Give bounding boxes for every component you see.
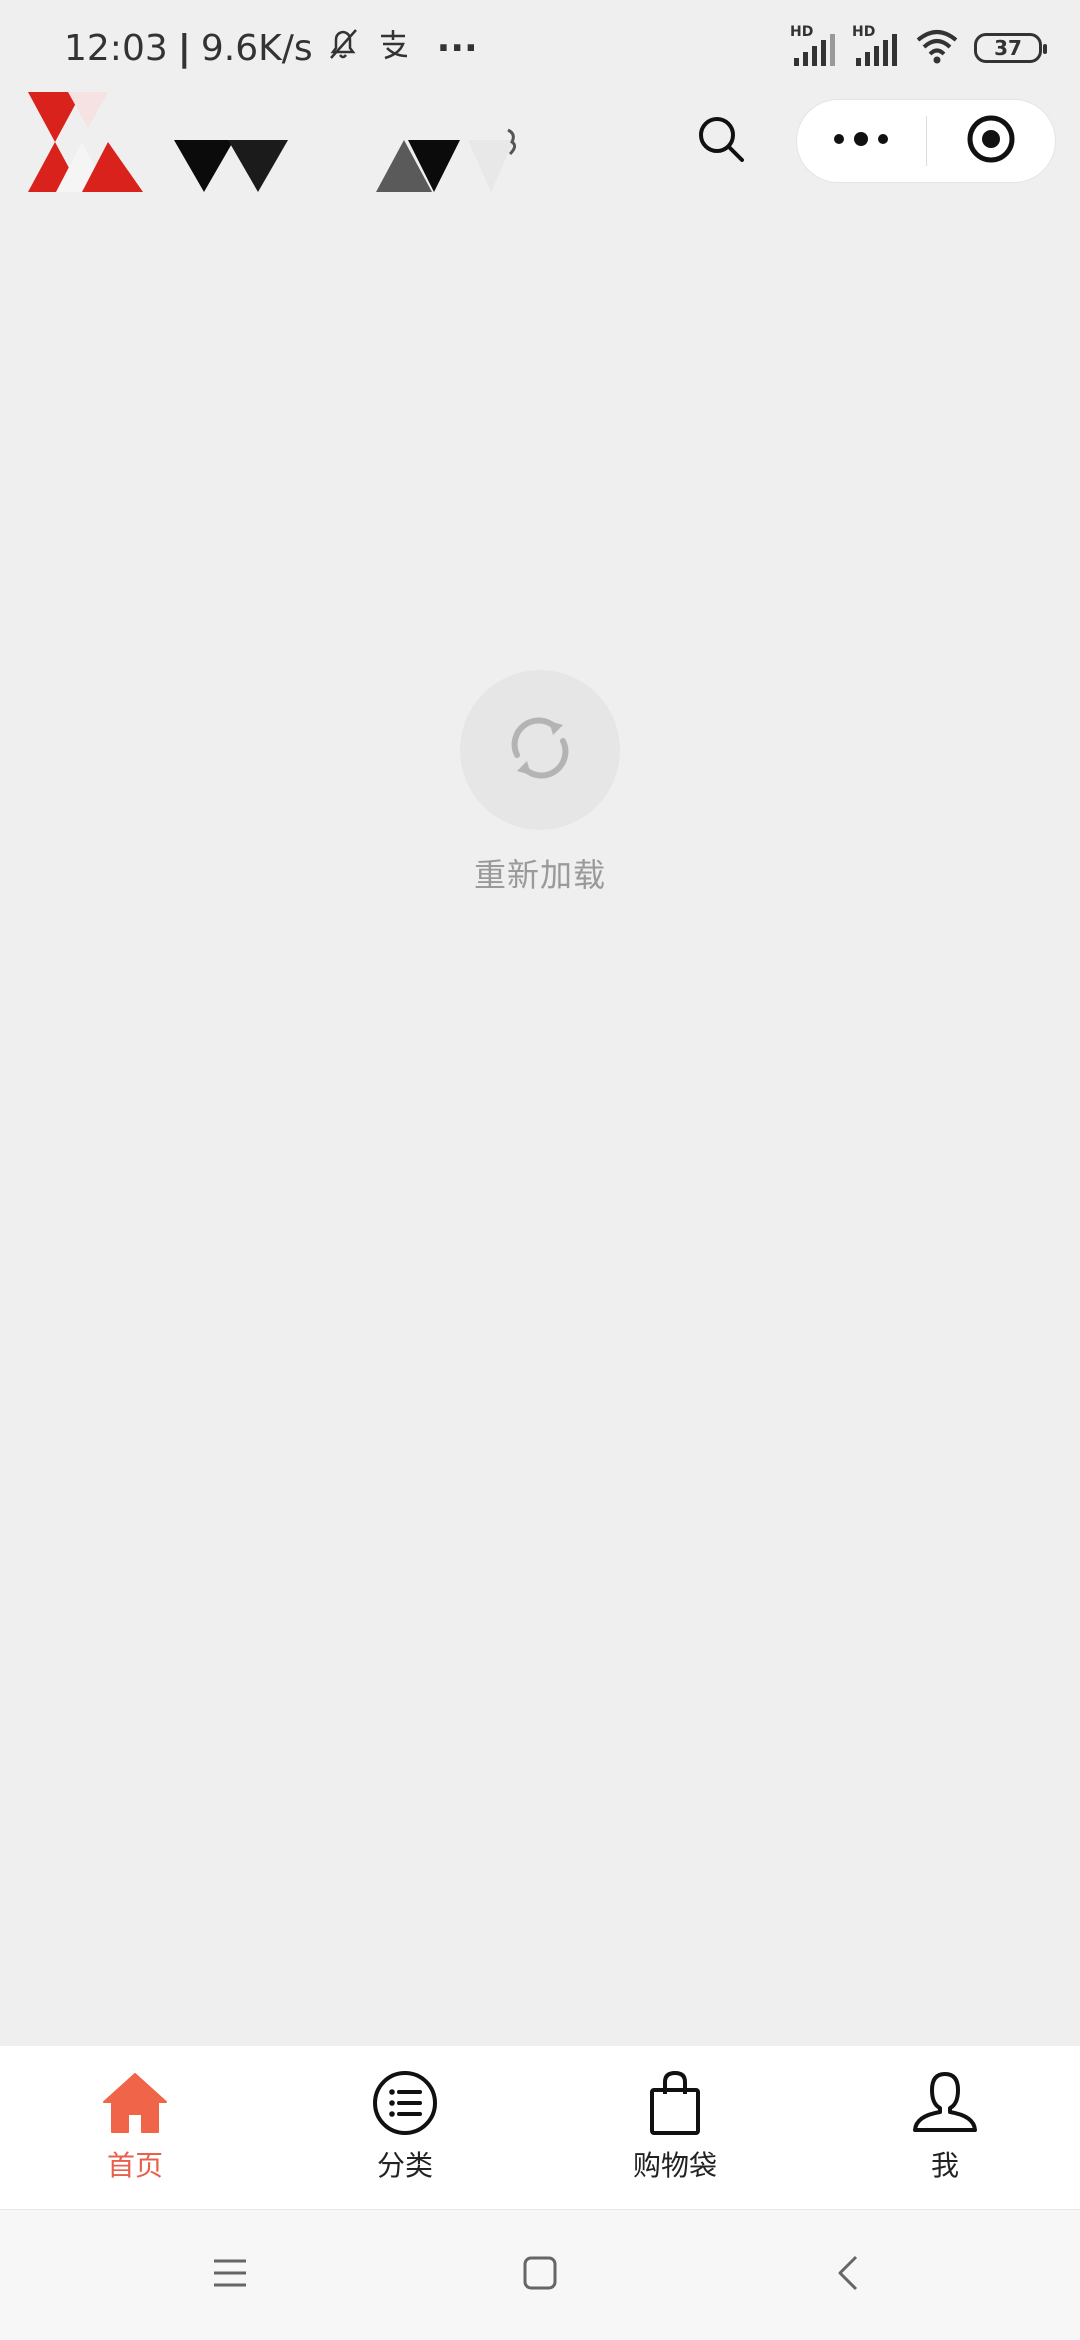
tab-home[interactable]: 首页 (0, 2046, 270, 2210)
reload-label[interactable]: 重新加载 (474, 850, 606, 896)
more-button[interactable] (797, 100, 926, 182)
menu-button[interactable] (185, 2230, 275, 2320)
signal-icon: HD (852, 24, 900, 68)
refresh-icon (503, 711, 577, 789)
tab-shopping-bag[interactable]: 购物袋 (540, 2046, 810, 2210)
category-list-icon (370, 2068, 440, 2138)
home-nav-button[interactable] (495, 2230, 585, 2320)
tab-label: 我 (930, 2149, 959, 2182)
more-dots-icon (833, 129, 889, 153)
home-icon (100, 2068, 170, 2138)
menu-icon (210, 2255, 250, 2295)
net-speed: 9.6K/s (200, 27, 313, 69)
header (0, 92, 1080, 196)
status-time: 12:03 (64, 27, 168, 69)
search-icon (695, 113, 747, 169)
signal-icon: HD (790, 24, 838, 68)
tab-label: 分类 (376, 2149, 433, 2182)
home-square-icon (520, 2253, 560, 2297)
back-button[interactable] (805, 2230, 895, 2320)
tab-label: 首页 (106, 2149, 163, 2182)
tab-bar: 首页 分类 购物袋 我 (0, 2046, 1080, 2210)
status-separator: | (177, 27, 191, 69)
search-button[interactable] (690, 110, 752, 172)
status-left: 12:03 | 9.6K/s ··· (64, 20, 478, 76)
status-right: HD HD 37 (790, 24, 1047, 72)
alipay-icon (373, 24, 413, 73)
close-button[interactable] (926, 100, 1055, 182)
miniprogram-capsule (796, 99, 1056, 183)
tab-label: 购物袋 (632, 2149, 717, 2182)
close-target-icon (965, 113, 1017, 169)
battery-level: 37 (994, 36, 1022, 60)
wifi-icon (914, 26, 960, 70)
status-bar: 12:03 | 9.6K/s ··· HD HD 37 (0, 0, 1080, 92)
tab-category[interactable]: 分类 (270, 2046, 540, 2210)
user-icon (910, 2068, 980, 2138)
bell-off-icon (323, 24, 363, 73)
logo[interactable] (28, 92, 548, 196)
reload-area: 重新加载 (0, 670, 1080, 910)
tab-me[interactable]: 我 (810, 2046, 1080, 2210)
status-more: ··· (436, 27, 478, 69)
shopping-bag-icon (640, 2068, 710, 2138)
reload-button[interactable] (460, 670, 620, 830)
system-nav-bar (0, 2210, 1080, 2340)
back-icon (830, 2253, 870, 2297)
battery-icon: 37 (974, 33, 1047, 63)
